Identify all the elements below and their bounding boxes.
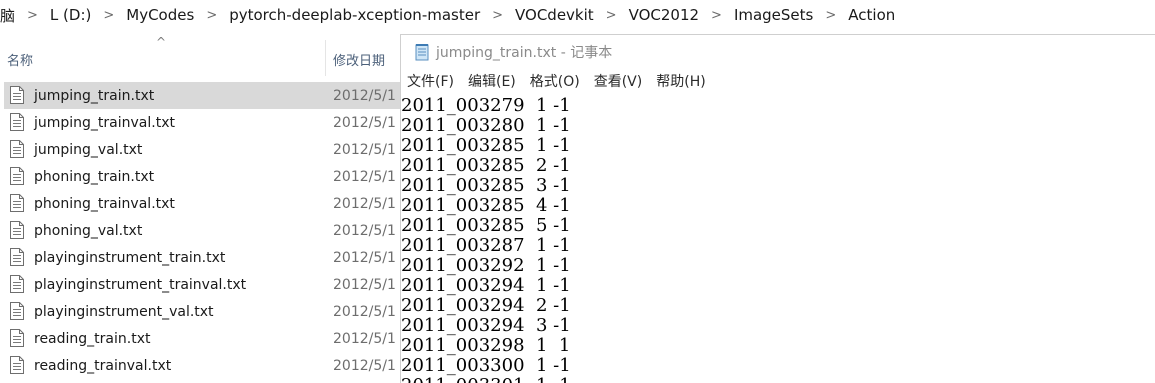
text-file-icon <box>10 86 24 104</box>
chevron-right-icon[interactable]: > <box>486 8 509 23</box>
menu-file[interactable]: 文件(F) <box>401 71 461 95</box>
text-file-icon <box>10 113 24 131</box>
text-file-icon <box>10 194 24 212</box>
file-date: 2012/5/1 <box>333 141 396 158</box>
text-line: 2011_003294 2 -1 <box>401 295 571 316</box>
menu-edit[interactable]: 编辑(E) <box>461 71 523 95</box>
breadcrumb: 脑 > L (D:) > MyCodes > pytorch-deeplab-x… <box>0 0 1155 30</box>
file-name: playinginstrument_trainval.txt <box>34 276 247 293</box>
notepad-text-area[interactable]: 2011_003279 1 -1 2011_003280 1 -1 2011_003… <box>401 96 1155 383</box>
file-name: jumping_train.txt <box>34 87 155 104</box>
text-file-icon <box>10 329 24 347</box>
text-line: 2011_003294 3 -1 <box>401 315 571 336</box>
breadcrumb-item-voc2012[interactable]: VOC2012 <box>623 6 705 24</box>
notepad-window[interactable]: jumping_train.txt - 记事本 文件(F) 编辑(E) 格式(O… <box>400 34 1155 383</box>
notepad-titlebar[interactable]: jumping_train.txt - 记事本 <box>401 35 1155 69</box>
chevron-right-icon[interactable]: > <box>21 8 44 23</box>
text-file-icon <box>10 167 24 185</box>
file-date: 2012/5/1 <box>333 330 396 347</box>
chevron-right-icon[interactable]: > <box>97 8 120 23</box>
breadcrumb-item-drive[interactable]: L (D:) <box>44 6 97 24</box>
text-line: 2011_003292 1 -1 <box>401 255 571 276</box>
text-line: 2011_003294 1 -1 <box>401 275 571 296</box>
notepad-icon <box>415 44 429 61</box>
text-line: 2011_003285 2 -1 <box>401 155 571 176</box>
text-line: 2011_003287 1 -1 <box>401 235 571 256</box>
chevron-right-icon[interactable]: > <box>600 8 623 23</box>
column-header-name[interactable]: 名称 <box>7 50 33 69</box>
file-row[interactable]: playinginstrument_trainval.txt 2012/5/1 <box>4 271 400 298</box>
file-name: phoning_train.txt <box>34 168 155 185</box>
file-name: reading_train.txt <box>34 330 151 347</box>
file-name: playinginstrument_val.txt <box>34 303 214 320</box>
file-row[interactable]: phoning_val.txt 2012/5/1 <box>4 217 400 244</box>
breadcrumb-item-vocdevkit[interactable]: VOCdevkit <box>509 6 600 24</box>
column-divider[interactable] <box>325 40 326 76</box>
sort-ascending-icon: ^ <box>156 35 167 49</box>
file-row[interactable]: playinginstrument_val.txt 2012/5/1 <box>4 298 400 325</box>
menu-view[interactable]: 查看(V) <box>587 71 650 95</box>
text-file-icon <box>10 302 24 320</box>
breadcrumb-item-action[interactable]: Action <box>842 6 901 24</box>
breadcrumb-item-project[interactable]: pytorch-deeplab-xception-master <box>223 6 486 24</box>
chevron-right-icon[interactable]: > <box>819 8 842 23</box>
file-row[interactable]: playinginstrument_train.txt 2012/5/1 <box>4 244 400 271</box>
file-date: 2012/5/1 <box>333 168 396 185</box>
breadcrumb-item-mycodes[interactable]: MyCodes <box>120 6 200 24</box>
text-file-icon <box>10 356 24 374</box>
file-name: playinginstrument_train.txt <box>34 249 226 266</box>
file-row[interactable]: reading_train.txt 2012/5/1 <box>4 325 400 352</box>
file-name: phoning_trainval.txt <box>34 195 175 212</box>
file-date: 2012/5/1 <box>333 303 396 320</box>
notepad-title: jumping_train.txt - 记事本 <box>436 45 613 61</box>
text-line: 2011_003285 5 -1 <box>401 215 571 236</box>
file-row[interactable]: phoning_trainval.txt 2012/5/1 <box>4 190 400 217</box>
file-row[interactable]: reading_trainval.txt 2012/5/1 <box>4 352 400 379</box>
file-date: 2012/5/1 <box>333 114 396 131</box>
file-row[interactable]: jumping_train.txt 2012/5/1 <box>4 82 400 109</box>
text-file-icon <box>10 140 24 158</box>
text-line: 2011_003285 1 -1 <box>401 135 571 156</box>
file-name: phoning_val.txt <box>34 222 143 239</box>
file-name: jumping_val.txt <box>34 141 143 158</box>
file-date: 2012/5/1 <box>333 276 396 293</box>
column-headers: ^ 名称 修改日期 <box>0 34 400 80</box>
text-line: 2011_003280 1 -1 <box>401 115 571 136</box>
file-date: 2012/5/1 <box>333 357 396 374</box>
file-name: jumping_trainval.txt <box>34 114 175 131</box>
breadcrumb-item-imagesets[interactable]: ImageSets <box>728 6 819 24</box>
file-date: 2012/5/1 <box>333 222 396 239</box>
text-file-icon <box>10 221 24 239</box>
notepad-menubar: 文件(F) 编辑(E) 格式(O) 查看(V) 帮助(H) <box>401 71 1155 95</box>
file-name: reading_trainval.txt <box>34 357 172 374</box>
chevron-right-icon[interactable]: > <box>705 8 728 23</box>
text-line: 2011_003285 4 -1 <box>401 195 571 216</box>
breadcrumb-item-computer[interactable]: 脑 <box>0 5 21 26</box>
text-line: 2011_003298 1 1 <box>401 335 571 356</box>
file-list: jumping_train.txt 2012/5/1 jumping_trainva… <box>0 82 400 379</box>
chevron-right-icon[interactable]: > <box>200 8 223 23</box>
menu-format[interactable]: 格式(O) <box>523 71 587 95</box>
file-date: 2012/5/1 <box>333 195 396 212</box>
text-line: 2011_003300 1 -1 <box>401 355 571 376</box>
menu-help[interactable]: 帮助(H) <box>649 71 712 95</box>
file-date: 2012/5/1 <box>333 87 396 104</box>
file-row[interactable]: jumping_val.txt 2012/5/1 <box>4 136 400 163</box>
text-file-icon <box>10 248 24 266</box>
file-row[interactable]: jumping_trainval.txt 2012/5/1 <box>4 109 400 136</box>
file-row[interactable]: phoning_train.txt 2012/5/1 <box>4 163 400 190</box>
text-file-icon <box>10 275 24 293</box>
file-date: 2012/5/1 <box>333 249 396 266</box>
text-line: 2011_003279 1 -1 <box>401 95 571 116</box>
text-line: 2011_003285 3 -1 <box>401 175 571 196</box>
column-header-date[interactable]: 修改日期 <box>333 50 385 69</box>
